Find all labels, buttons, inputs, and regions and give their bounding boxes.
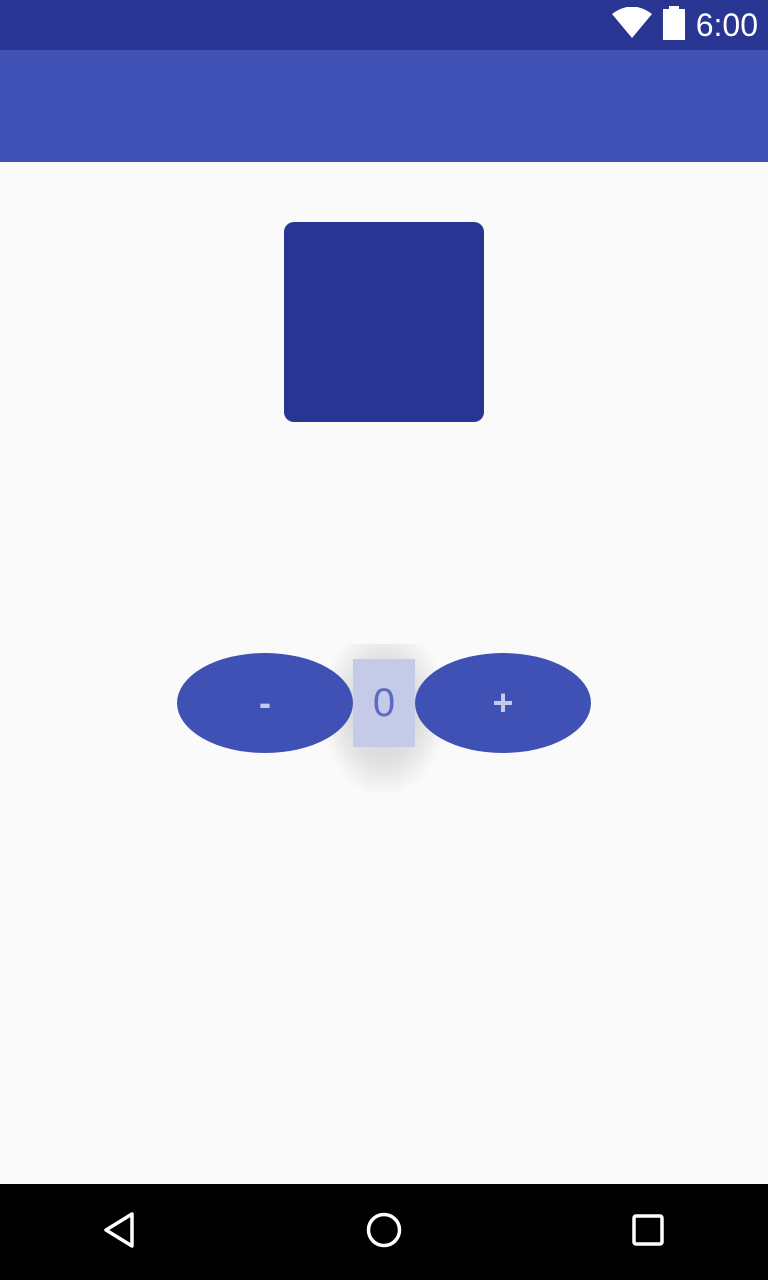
navigation-bar	[0, 1184, 768, 1280]
status-icons: 6:00	[611, 0, 758, 50]
wifi-icon	[611, 6, 652, 44]
battery-icon	[662, 5, 686, 45]
status-bar: 6:00	[0, 0, 768, 50]
main-content: - 0 +	[0, 162, 768, 1184]
status-time: 6:00	[695, 7, 758, 43]
increment-button[interactable]: +	[415, 653, 591, 753]
back-button[interactable]	[90, 1202, 150, 1262]
counter-value: 0	[353, 659, 415, 747]
app-bar	[0, 50, 768, 162]
decrement-button[interactable]: -	[177, 653, 353, 753]
back-icon	[100, 1210, 140, 1255]
home-button[interactable]	[354, 1202, 414, 1262]
recents-icon	[628, 1210, 668, 1255]
animated-square	[284, 222, 484, 422]
recents-button[interactable]	[618, 1202, 678, 1262]
home-icon	[364, 1210, 404, 1255]
